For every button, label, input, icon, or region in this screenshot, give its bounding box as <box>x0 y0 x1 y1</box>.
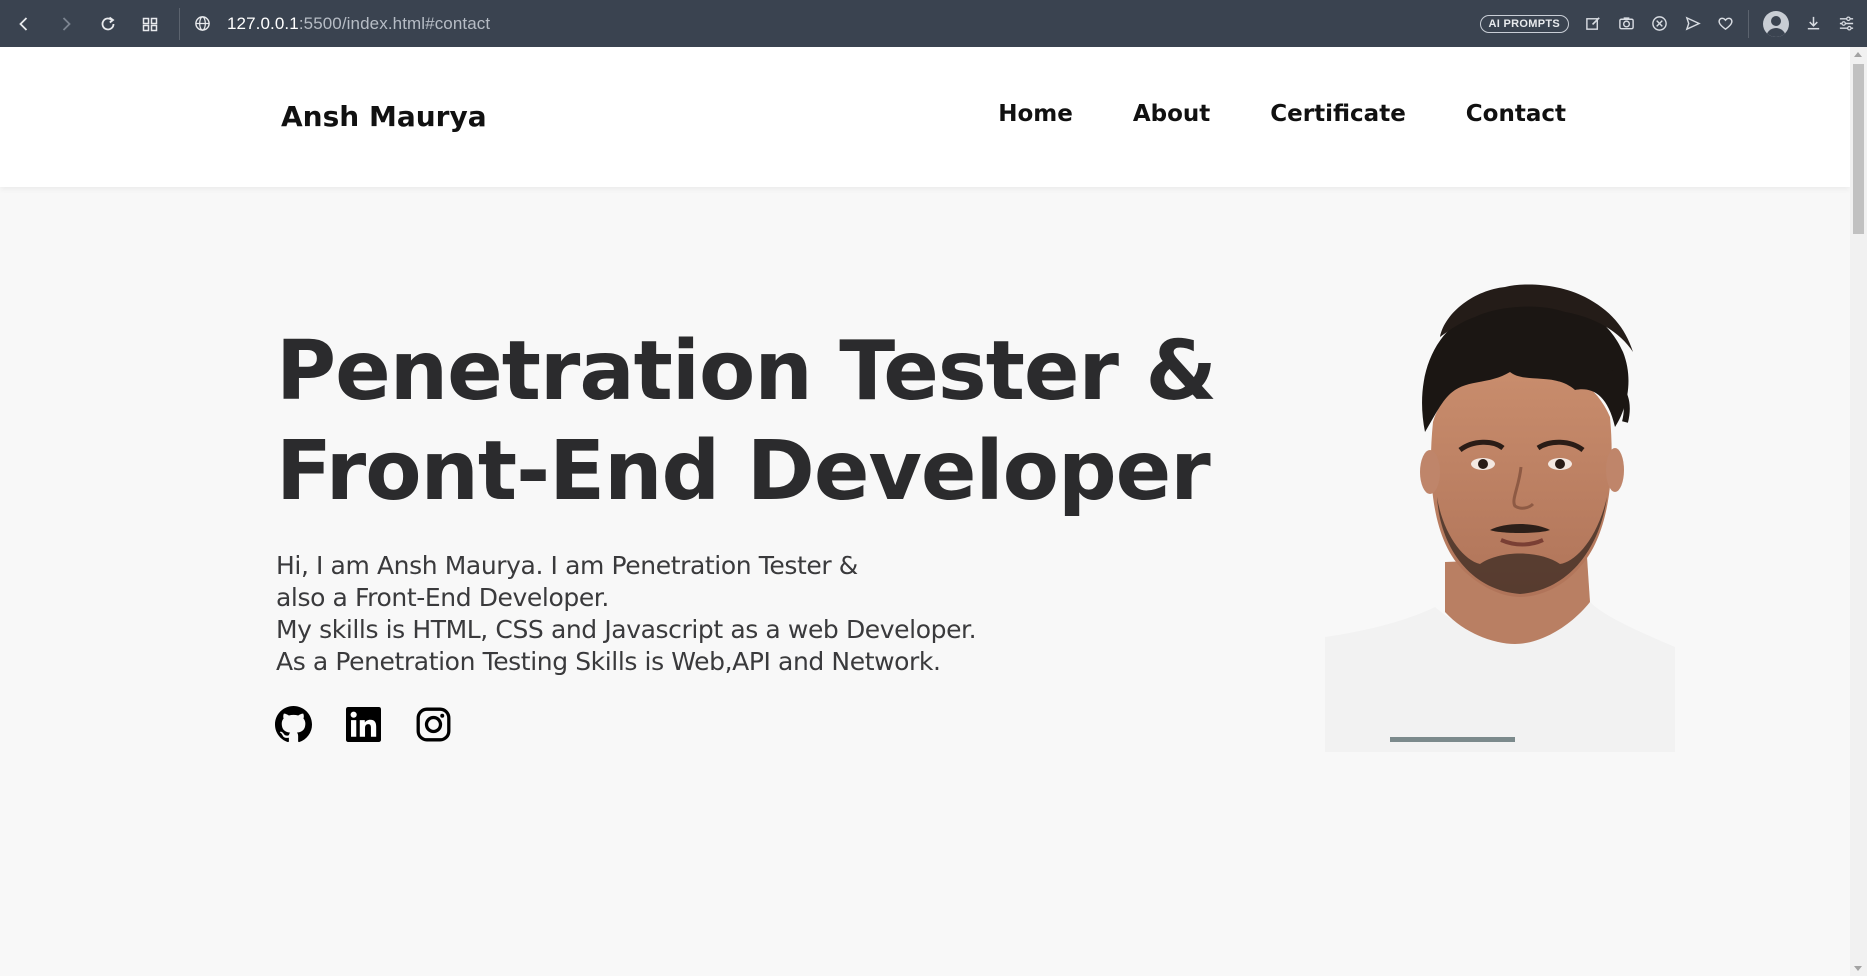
scrollbar-thumb[interactable] <box>1853 64 1864 234</box>
nav-link-contact[interactable]: Contact <box>1466 101 1566 127</box>
site-logo[interactable]: Ansh Maurya <box>281 100 487 133</box>
camera-icon[interactable] <box>1610 0 1643 47</box>
reload-icon[interactable] <box>87 0 129 47</box>
url-text[interactable]: 127.0.0.1:5500/index.html#contact <box>227 14 490 34</box>
profile-icon[interactable] <box>1755 0 1797 47</box>
scroll-up-icon[interactable] <box>1854 52 1862 57</box>
browser-nav-group <box>0 0 171 47</box>
shield-x-icon[interactable] <box>1643 0 1676 47</box>
instagram-icon[interactable] <box>415 706 452 743</box>
send-icon[interactable] <box>1676 0 1709 47</box>
github-icon[interactable] <box>275 706 312 743</box>
edit-icon[interactable] <box>1577 0 1610 47</box>
url-host: 127.0.0.1 <box>227 13 299 33</box>
download-icon[interactable] <box>1797 0 1830 47</box>
hero-description: Hi, I am Ansh Maurya. I am Penetration T… <box>276 550 977 678</box>
page-viewport: Ansh Maurya Home About Certificate Conta… <box>0 47 1850 976</box>
nav-link-about[interactable]: About <box>1133 101 1210 127</box>
nav-link-home[interactable]: Home <box>998 101 1073 127</box>
main-nav: Home About Certificate Contact <box>998 101 1566 127</box>
avatar <box>1763 10 1789 37</box>
hero-title: Penetration Tester & Front-End Developer <box>276 322 1217 522</box>
forward-icon[interactable] <box>45 0 87 47</box>
hero-description-line: also a Front-End Developer. <box>276 583 609 612</box>
hero-title-line: Front-End Developer <box>276 424 1211 519</box>
social-links <box>275 706 452 743</box>
hero-description-line: Hi, I am Ansh Maurya. I am Penetration T… <box>276 551 858 580</box>
profile-photo <box>1325 272 1675 752</box>
hero-description-line: As a Penetration Testing Skills is Web,A… <box>276 647 941 676</box>
linkedin-icon[interactable] <box>345 706 382 743</box>
nav-link-certificate[interactable]: Certificate <box>1270 101 1406 127</box>
hero-description-line: My skills is HTML, CSS and Javascript as… <box>276 615 977 644</box>
scroll-down-icon[interactable] <box>1854 966 1862 971</box>
heart-icon[interactable] <box>1709 0 1742 47</box>
browser-toolbar: 127.0.0.1:5500/index.html#contact AI PRO… <box>0 0 1867 47</box>
site-header: Ansh Maurya Home About Certificate Conta… <box>0 47 1850 187</box>
toolbar-divider <box>179 7 180 40</box>
address-bar[interactable]: 127.0.0.1:5500/index.html#contact <box>194 14 490 34</box>
site-info-icon[interactable] <box>194 15 211 32</box>
toolbar-divider <box>1748 9 1749 38</box>
page-scrollbar[interactable] <box>1850 47 1867 976</box>
tab-grid-icon[interactable] <box>129 0 171 47</box>
back-icon[interactable] <box>3 0 45 47</box>
menu-icon[interactable] <box>1830 0 1863 47</box>
url-path: :5500/index.html#contact <box>298 13 491 33</box>
browser-extensions: AI PROMPTS <box>1479 0 1867 47</box>
ai-prompts-button[interactable]: AI PROMPTS <box>1479 14 1569 33</box>
hero-title-line: Penetration Tester & <box>276 324 1217 419</box>
